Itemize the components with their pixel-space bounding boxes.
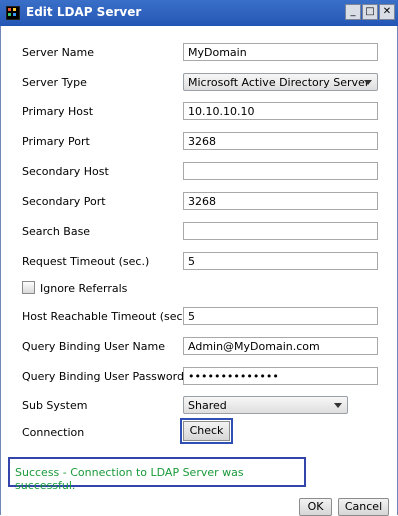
query-binding-user-name-input[interactable]: Admin@MyDomain.com [183,337,378,355]
primary-host-label: Primary Host [22,105,94,118]
app-icon [6,6,20,20]
cancel-button[interactable]: Cancel [338,498,389,516]
server-type-value: Microsoft Active Directory Server [188,76,370,89]
query-binding-user-name-label: Query Binding User Name [22,340,166,353]
window-title: Edit LDAP Server [26,5,142,19]
status-message: Success - Connection to LDAP Server was … [8,457,306,492]
sub-system-value: Shared [188,399,227,412]
request-timeout-label: Request Timeout (sec.) [22,255,150,268]
server-type-label: Server Type [22,76,87,89]
close-button[interactable]: ✕ [379,4,395,20]
check-button-label: Check [183,421,230,441]
primary-port-input[interactable]: 3268 [183,132,378,150]
request-timeout-input[interactable]: 5 [183,252,378,270]
secondary-host-label: Secondary Host [22,165,109,178]
connection-label: Connection [22,426,85,439]
secondary-port-label: Secondary Port [22,195,106,208]
query-binding-user-password-input[interactable]: •••••••••••••• [183,367,378,385]
ignore-referrals-label: Ignore Referrals [40,282,128,295]
server-name-input[interactable]: MyDomain [183,43,378,61]
secondary-port-input[interactable]: 3268 [183,192,378,210]
check-connection-button[interactable]: Check [180,418,233,444]
secondary-host-input[interactable] [183,162,378,180]
title-bar: Edit LDAP Server _ □ ✕ [0,0,398,26]
server-type-select[interactable]: Microsoft Active Directory Server [183,73,378,91]
host-reachable-timeout-input[interactable]: 5 [183,307,378,325]
minimize-button[interactable]: _ [345,4,361,20]
server-name-label: Server Name [22,46,95,59]
primary-port-label: Primary Port [22,135,90,148]
primary-host-input[interactable]: 10.10.10.10 [183,102,378,120]
chevron-down-icon [334,403,342,408]
query-binding-user-password-label: Query Binding User Password [22,370,184,383]
ok-button[interactable]: OK [299,498,332,516]
sub-system-label: Sub System [22,399,88,412]
search-base-label: Search Base [22,225,91,238]
sub-system-select[interactable]: Shared [183,396,348,414]
host-reachable-timeout-label: Host Reachable Timeout (sec.) [22,310,191,323]
ignore-referrals-checkbox[interactable] [22,281,35,294]
maximize-button[interactable]: □ [362,4,378,20]
search-base-input[interactable] [183,222,378,240]
chevron-down-icon [364,80,372,85]
